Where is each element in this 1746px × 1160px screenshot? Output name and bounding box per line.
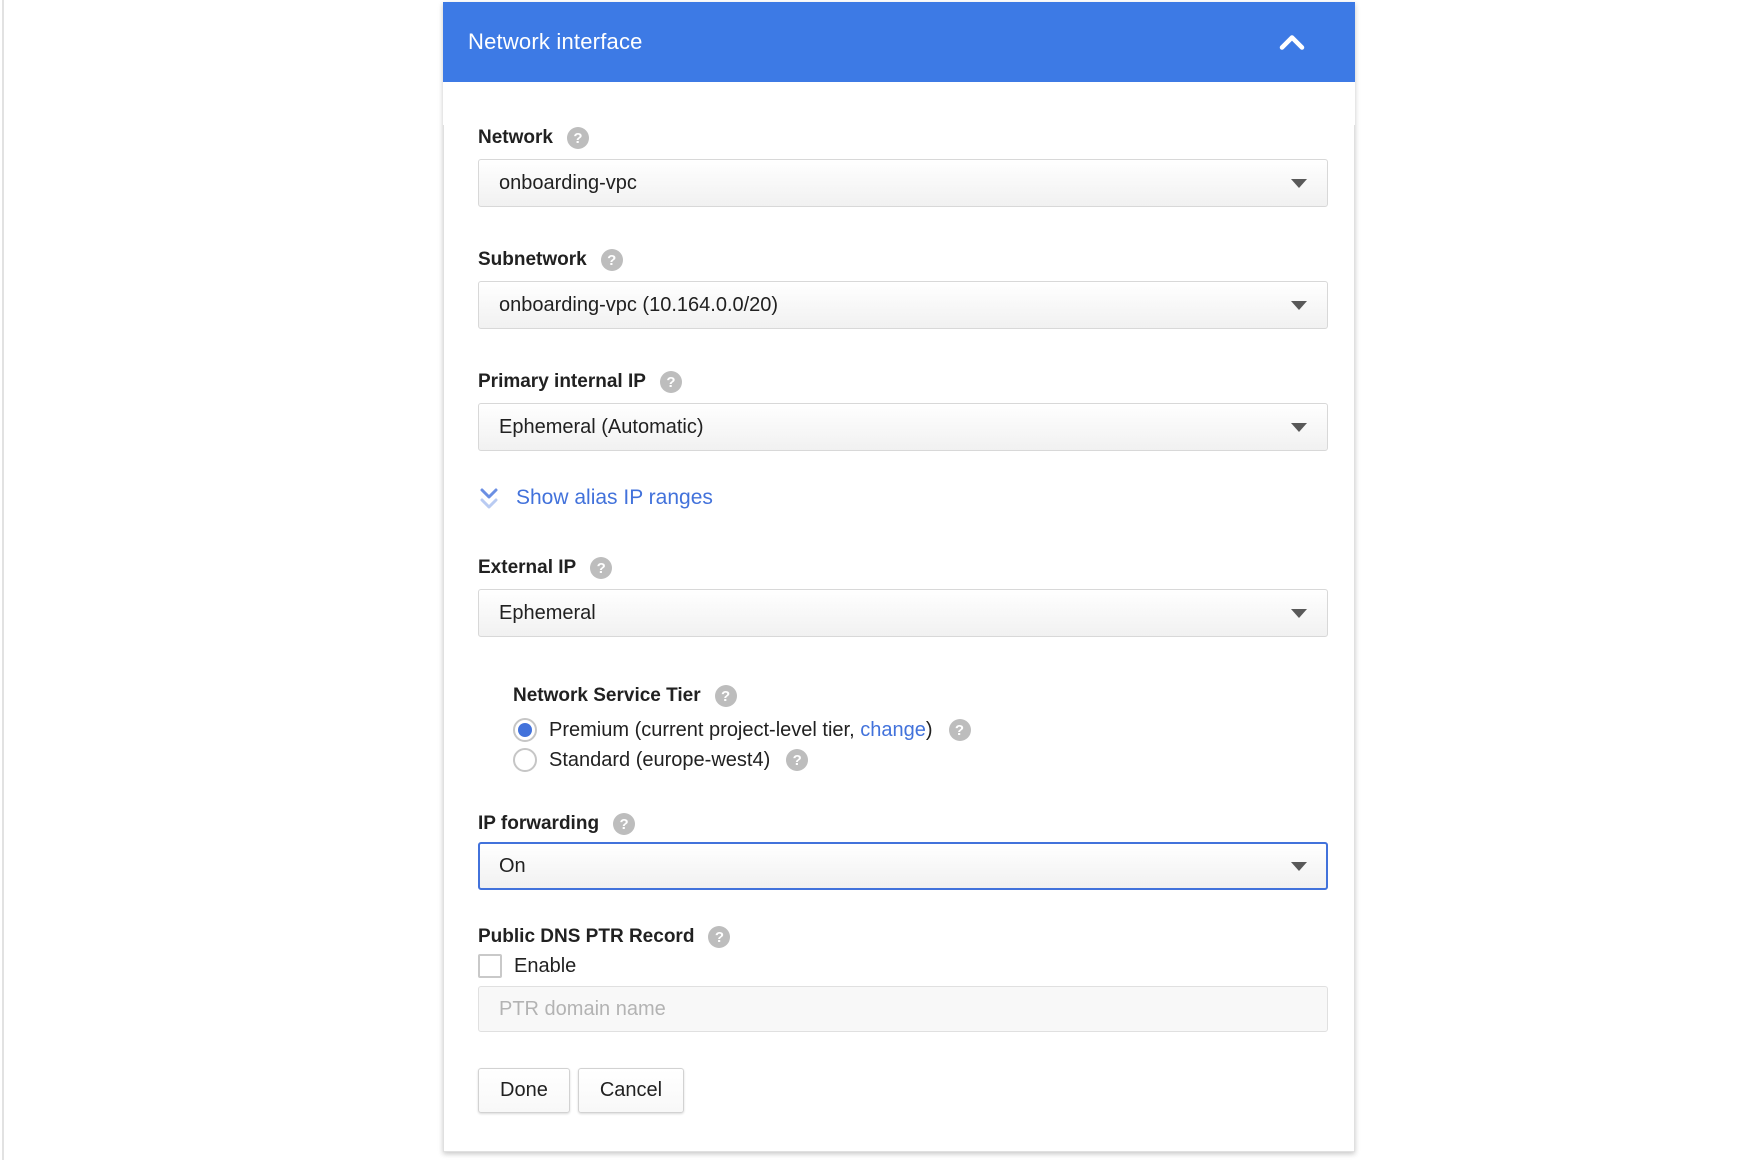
- subnetwork-select-value: onboarding-vpc (10.164.0.0/20): [499, 294, 778, 317]
- enable-ptr-checkbox[interactable]: [478, 954, 502, 978]
- external-ip-label: External IP: [478, 557, 576, 579]
- panel-header: Network interface: [443, 2, 1355, 82]
- network-label-row: Network ?: [478, 125, 1328, 151]
- radio-selected-icon[interactable]: [513, 718, 537, 742]
- primary-internal-ip-label-row: Primary internal IP ?: [478, 369, 1328, 395]
- page: Network interface Network ? onboarding-v…: [0, 0, 1746, 1160]
- network-service-tier-label: Network Service Tier: [513, 685, 701, 707]
- double-chevron-down-icon: [478, 485, 500, 512]
- help-icon[interactable]: ?: [590, 557, 612, 579]
- external-ip-label-row: External IP ?: [478, 555, 1328, 581]
- help-icon[interactable]: ?: [567, 127, 589, 149]
- help-icon[interactable]: ?: [601, 249, 623, 271]
- panel-title: Network interface: [468, 29, 643, 55]
- network-service-tier-label-row: Network Service Tier ?: [513, 683, 1328, 709]
- network-select-value: onboarding-vpc: [499, 172, 637, 195]
- help-icon[interactable]: ?: [660, 371, 682, 393]
- standard-tier-label: Standard (europe-west4): [549, 749, 770, 772]
- premium-tier-label: Premium (current project-level tier, cha…: [549, 719, 933, 742]
- ip-forwarding-label-row: IP forwarding ?: [478, 811, 1328, 837]
- primary-internal-ip-label: Primary internal IP: [478, 371, 646, 393]
- done-button[interactable]: Done: [478, 1068, 570, 1113]
- action-buttons-row: Done Cancel: [478, 1068, 1328, 1113]
- ip-forwarding-select-value: On: [499, 855, 526, 878]
- radio-unselected-icon[interactable]: [513, 748, 537, 772]
- change-tier-link[interactable]: change: [860, 719, 926, 741]
- help-icon[interactable]: ?: [708, 926, 730, 948]
- public-dns-ptr-label-row: Public DNS PTR Record ?: [478, 924, 1328, 950]
- network-service-tier-section: Network Service Tier ? Premium (current …: [513, 683, 1328, 775]
- standard-tier-radio-row[interactable]: Standard (europe-west4) ?: [513, 745, 1328, 775]
- subnetwork-select[interactable]: onboarding-vpc (10.164.0.0/20): [478, 281, 1328, 329]
- network-select[interactable]: onboarding-vpc: [478, 159, 1328, 207]
- premium-tier-text: Premium (current project-level tier,: [549, 719, 860, 741]
- ptr-domain-name-input[interactable]: [478, 986, 1328, 1032]
- primary-internal-ip-select[interactable]: Ephemeral (Automatic): [478, 403, 1328, 451]
- help-icon[interactable]: ?: [949, 719, 971, 741]
- external-ip-select[interactable]: Ephemeral: [478, 589, 1328, 637]
- help-icon[interactable]: ?: [715, 685, 737, 707]
- enable-ptr-checkbox-label: Enable: [514, 955, 576, 978]
- cancel-button[interactable]: Cancel: [578, 1068, 684, 1113]
- dropdown-arrow-icon: [1291, 423, 1307, 432]
- help-icon[interactable]: ?: [786, 749, 808, 771]
- external-ip-select-value: Ephemeral: [499, 602, 596, 625]
- show-alias-ip-ranges-link[interactable]: Show alias IP ranges: [478, 483, 1328, 513]
- help-icon[interactable]: ?: [613, 813, 635, 835]
- dropdown-arrow-icon: [1291, 179, 1307, 188]
- dropdown-arrow-icon: [1291, 609, 1307, 618]
- network-label: Network: [478, 127, 553, 149]
- dropdown-arrow-icon: [1291, 862, 1307, 871]
- premium-tier-text-close: ): [926, 719, 933, 741]
- ip-forwarding-label: IP forwarding: [478, 813, 599, 835]
- collapse-panel-button[interactable]: [1273, 29, 1311, 56]
- chevron-up-icon: [1277, 33, 1307, 52]
- enable-ptr-checkbox-row[interactable]: Enable: [478, 952, 1328, 980]
- premium-tier-radio-row[interactable]: Premium (current project-level tier, cha…: [513, 715, 1328, 745]
- show-alias-ip-ranges-label: Show alias IP ranges: [516, 486, 713, 510]
- subnetwork-label: Subnetwork: [478, 249, 587, 271]
- panel-body: Network ? onboarding-vpc Subnetwork ? on…: [443, 125, 1355, 1152]
- subnetwork-label-row: Subnetwork ?: [478, 247, 1328, 273]
- primary-internal-ip-select-value: Ephemeral (Automatic): [499, 416, 704, 439]
- left-panel-divider: [2, 0, 4, 1160]
- dropdown-arrow-icon: [1291, 301, 1307, 310]
- network-interface-panel: Network interface Network ? onboarding-v…: [443, 2, 1355, 1152]
- ip-forwarding-select[interactable]: On: [478, 842, 1328, 890]
- public-dns-ptr-label: Public DNS PTR Record: [478, 926, 694, 948]
